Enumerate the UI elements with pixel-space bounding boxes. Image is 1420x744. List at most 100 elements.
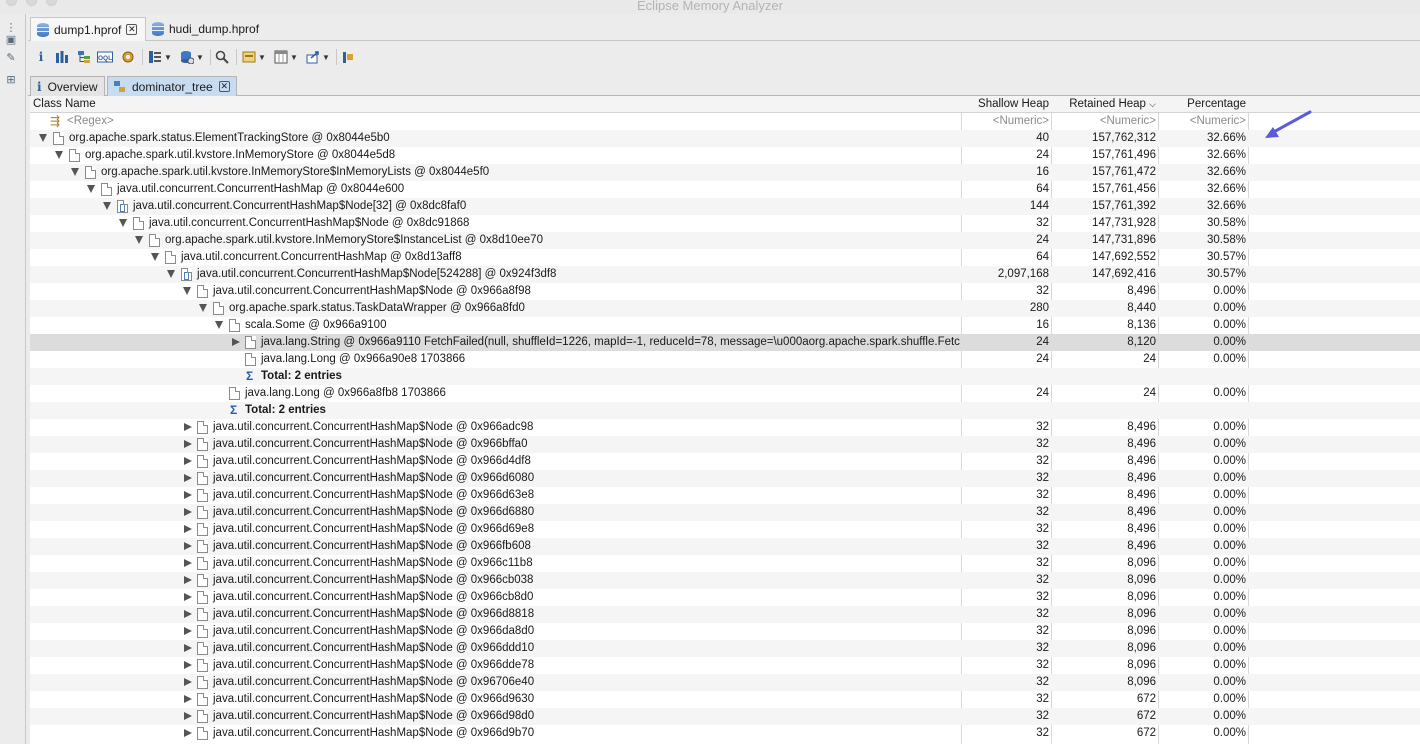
class-name-label: java.util.concurrent.ConcurrentHashMap$N… [213,489,535,501]
notes-icon[interactable]: ✎ [4,52,18,65]
retained-filter-input[interactable]: <Numeric> [1052,113,1156,130]
table-row[interactable]: java.util.concurrent.ConcurrentHashMap$N… [30,215,1420,232]
table-row[interactable]: java.util.concurrent.ConcurrentHashMap$N… [30,623,1420,640]
table-row[interactable]: java.util.concurrent.ConcurrentHashMap$N… [30,283,1420,300]
tab-dominator-tree[interactable]: dominator_tree ✕ [107,76,237,96]
table-row[interactable]: java.util.concurrent.ConcurrentHashMap$N… [30,436,1420,453]
table-row[interactable]: java.util.concurrent.ConcurrentHashMap @… [30,181,1420,198]
oql-icon[interactable]: OQL [96,47,114,67]
table-row[interactable]: java.util.concurrent.ConcurrentHashMap$N… [30,589,1420,606]
table-row[interactable]: java.util.concurrent.ConcurrentHashMap$N… [30,657,1420,674]
expand-triangle-icon[interactable] [184,644,192,652]
query-browser-icon[interactable]: ▼ [178,47,206,67]
collapse-triangle-icon[interactable] [39,134,47,142]
table-row[interactable]: java.util.concurrent.ConcurrentHashMap$N… [30,538,1420,555]
table-row[interactable]: org.apache.spark.util.kvstore.InMemorySt… [30,147,1420,164]
total-row[interactable]: Σ Total: 2 entries [30,402,1420,419]
tab-hudi-dump-hprof[interactable]: hudi_dump.hprof [146,17,267,41]
collapse-triangle-icon[interactable] [55,151,63,159]
expand-triangle-icon[interactable] [184,593,192,601]
column-header-shallow-heap[interactable]: Shallow Heap [962,96,1049,113]
table-row[interactable]: java.util.concurrent.ConcurrentHashMap$N… [30,572,1420,589]
table-row[interactable]: java.lang.Long @ 0x966a90e8 1703866 24 24 0… [30,351,1420,368]
retained-heap-cell: 8,496 [1127,506,1156,518]
navigator-icon[interactable]: ⊞ [4,74,18,87]
regex-filter-input[interactable]: <Regex> [67,113,114,130]
collapse-triangle-icon[interactable] [151,253,159,261]
tab-overview[interactable]: i Overview [30,76,105,96]
table-row[interactable]: java.lang.Long @ 0x966a8fb8 1703866 24 24 0… [30,385,1420,402]
column-header-retained-heap[interactable]: Retained Heap ⌵ [1052,96,1156,113]
collapse-triangle-icon[interactable] [199,304,207,312]
expand-triangle-icon[interactable] [184,440,192,448]
expand-triangle-icon[interactable] [184,559,192,567]
table-row[interactable]: java.util.concurrent.ConcurrentHashMap$N… [30,640,1420,657]
table-row[interactable]: java.util.concurrent.ConcurrentHashMap$N… [30,470,1420,487]
search-icon[interactable] [214,47,230,67]
expand-triangle-icon[interactable] [184,457,192,465]
table-row[interactable]: java.util.concurrent.ConcurrentHashMap$N… [30,266,1420,283]
table-row[interactable]: java.util.concurrent.ConcurrentHashMap$N… [30,504,1420,521]
expand-triangle-icon[interactable] [184,525,192,533]
table-row[interactable]: org.apache.spark.util.kvstore.InMemorySt… [30,164,1420,181]
table-row[interactable]: scala.Some @ 0x966a9100 16 8,136 0.00% [30,317,1420,334]
percentage-filter-input[interactable]: <Numeric> [1160,113,1246,130]
expand-triangle-icon[interactable] [184,576,192,584]
expand-triangle-icon[interactable] [184,508,192,516]
table-row[interactable]: java.util.concurrent.ConcurrentHashMap$N… [30,555,1420,572]
histogram-icon[interactable] [54,47,70,67]
expand-triangle-icon[interactable] [184,712,192,720]
table-row[interactable]: org.apache.spark.status.ElementTrackingS… [30,130,1420,147]
collapse-triangle-icon[interactable] [135,236,143,244]
table-row[interactable]: java.util.concurrent.ConcurrentHashMap$N… [30,419,1420,436]
table-row[interactable]: java.lang.String @ 0x966a9110 FetchFaile… [30,334,1420,351]
collapse-triangle-icon[interactable] [87,185,95,193]
expand-triangle-icon[interactable] [232,338,240,346]
table-row[interactable]: java.util.concurrent.ConcurrentHashMap$N… [30,606,1420,623]
table-row[interactable]: java.util.concurrent.ConcurrentHashMap$N… [30,453,1420,470]
calculate-retained-icon[interactable]: ▼ [240,47,268,67]
tab-dump1-hprof[interactable]: dump1.hprof ✕ [30,17,147,41]
collapse-triangle-icon[interactable] [71,168,79,176]
expand-triangle-icon[interactable] [184,729,192,737]
shallow-filter-input[interactable]: <Numeric> [962,113,1049,130]
collapse-triangle-icon[interactable] [119,219,127,227]
collapse-triangle-icon[interactable] [167,270,175,278]
total-row[interactable]: Σ Total: 2 entries [30,368,1420,385]
expand-triangle-icon[interactable] [184,474,192,482]
table-row[interactable]: java.util.concurrent.ConcurrentHashMap$N… [30,198,1420,215]
collapse-triangle-icon[interactable] [103,202,111,210]
close-tab-icon[interactable]: ✕ [126,24,138,35]
collapse-triangle-icon[interactable] [183,287,191,295]
table-row[interactable]: java.util.concurrent.ConcurrentHashMap$N… [30,674,1420,691]
column-header-percentage[interactable]: Percentage [1160,96,1246,113]
pin-icon[interactable] [340,47,356,67]
column-layout-icon[interactable]: ▼ [272,47,300,67]
restore-icon[interactable]: ▣ [4,34,18,47]
close-tab-icon[interactable]: ✕ [218,81,230,92]
expand-triangle-icon[interactable] [184,678,192,686]
table-row[interactable]: java.util.concurrent.ConcurrentHashMap @… [30,249,1420,266]
group-by-icon[interactable]: ▼ [146,47,174,67]
table-row[interactable]: org.apache.spark.util.kvstore.InMemorySt… [30,232,1420,249]
expand-triangle-icon[interactable] [184,542,192,550]
collapse-triangle-icon[interactable] [215,321,223,329]
dominator-tree-icon[interactable] [76,47,92,67]
export-icon[interactable]: ▼ [304,47,332,67]
table-row[interactable]: java.util.concurrent.ConcurrentHashMap$N… [30,725,1420,742]
expand-triangle-icon[interactable] [184,423,192,431]
column-header-class-name[interactable]: Class Name [33,96,96,113]
expand-triangle-icon[interactable] [184,627,192,635]
object-icon [197,523,208,536]
table-row[interactable]: java.util.concurrent.ConcurrentHashMap$N… [30,708,1420,725]
table-row[interactable]: java.util.concurrent.ConcurrentHashMap$N… [30,691,1420,708]
table-row[interactable]: java.util.concurrent.ConcurrentHashMap$N… [30,521,1420,538]
info-icon[interactable]: i [34,47,48,67]
table-row[interactable]: org.apache.spark.status.TaskDataWrapper … [30,300,1420,317]
expand-triangle-icon[interactable] [184,661,192,669]
heap-dump-overview-icon[interactable] [120,47,136,67]
expand-triangle-icon[interactable] [184,695,192,703]
expand-triangle-icon[interactable] [184,610,192,618]
expand-triangle-icon[interactable] [184,491,192,499]
table-row[interactable]: java.util.concurrent.ConcurrentHashMap$N… [30,487,1420,504]
